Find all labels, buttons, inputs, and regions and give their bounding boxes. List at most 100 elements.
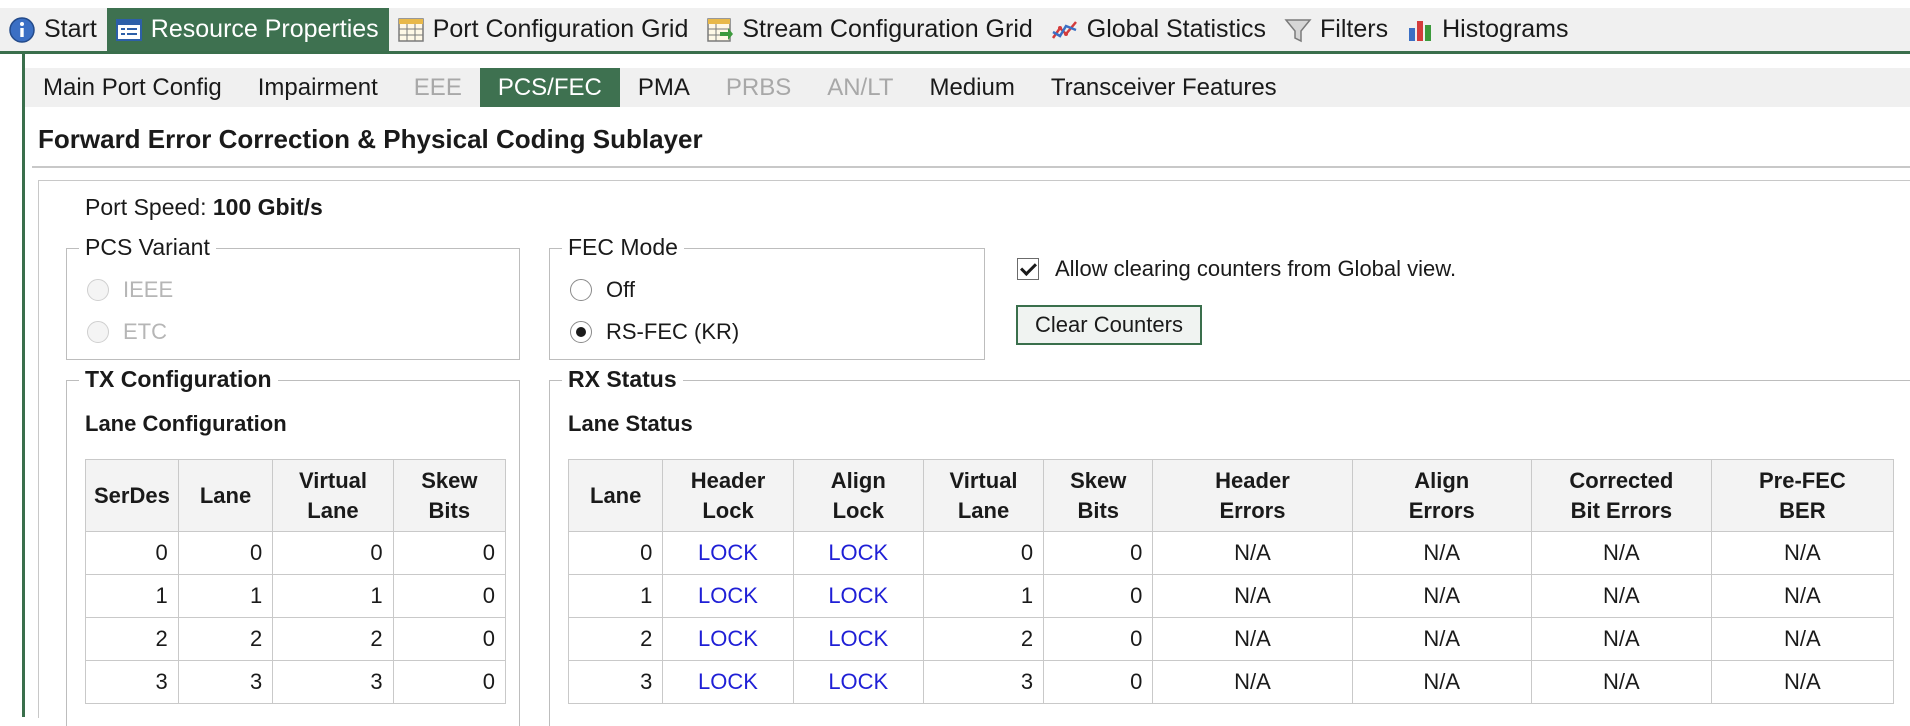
tab-pcs-fec[interactable]: PCS/FEC bbox=[479, 68, 620, 107]
section-divider bbox=[32, 166, 1910, 168]
properties-icon bbox=[115, 16, 143, 44]
rx-cell: N/A bbox=[1530, 574, 1712, 618]
rx-cell: 1 bbox=[567, 574, 664, 618]
fec-mode-title: FEC Mode bbox=[562, 234, 684, 261]
rx-cell: 2 bbox=[567, 617, 664, 661]
tx-cell: 3 bbox=[177, 660, 274, 704]
lock-status-cell: LOCK bbox=[792, 531, 924, 575]
radio-off[interactable] bbox=[570, 279, 592, 301]
tab-impairment[interactable]: Impairment bbox=[240, 68, 396, 107]
allow-clearing-checkbox-row[interactable]: Allow clearing counters from Global view… bbox=[1017, 256, 1456, 282]
tx-cell[interactable]: 0 bbox=[392, 617, 507, 661]
sub-tab-bar: Main Port Config Impairment EEE PCS/FEC … bbox=[25, 68, 1910, 107]
port-speed-value: 100 Gbit/s bbox=[212, 194, 323, 220]
tab-label: Filters bbox=[1320, 15, 1389, 43]
tx-cell: 2 bbox=[272, 617, 394, 661]
table-row[interactable]: 0 LOCK LOCK 0 0 N/A N/A N/A N/A bbox=[567, 531, 1895, 575]
clear-counters-button[interactable]: Clear Counters bbox=[1016, 305, 1202, 345]
tab-resource-properties[interactable]: Resource Properties bbox=[106, 8, 389, 51]
tab-stream-configuration-grid[interactable]: Stream Configuration Grid bbox=[698, 8, 1042, 51]
radio-label: RS-FEC (KR) bbox=[606, 319, 740, 344]
rx-cell: N/A bbox=[1152, 660, 1353, 704]
table-row[interactable]: 0000 bbox=[85, 531, 507, 575]
allow-clearing-checkbox[interactable] bbox=[1017, 258, 1039, 280]
tab-main-port-config[interactable]: Main Port Config bbox=[25, 68, 240, 107]
tx-col-virtual-lane: Virtual Lane bbox=[272, 459, 394, 532]
rx-cell: 3 bbox=[922, 660, 1045, 704]
tab-port-configuration-grid[interactable]: Port Configuration Grid bbox=[389, 8, 699, 51]
rx-cell: 0 bbox=[922, 531, 1045, 575]
table-row[interactable]: 2 LOCK LOCK 2 0 N/A N/A N/A N/A bbox=[567, 617, 1895, 661]
tab-an-lt: AN/LT bbox=[827, 73, 894, 101]
rx-cell: 0 bbox=[1043, 574, 1154, 618]
section-title: Forward Error Correction & Physical Codi… bbox=[38, 124, 703, 154]
table-row[interactable]: 2220 bbox=[85, 617, 507, 661]
rx-cell: N/A bbox=[1351, 660, 1532, 704]
tab-pma[interactable]: PMA bbox=[620, 68, 708, 107]
radio-rs-fec[interactable] bbox=[570, 321, 592, 343]
tab-medium[interactable]: Medium bbox=[911, 68, 1032, 107]
radio-label: IEEE bbox=[123, 277, 174, 302]
radio-label: ETC bbox=[123, 319, 167, 344]
rx-cell: N/A bbox=[1152, 574, 1353, 618]
table-row[interactable]: 1110 bbox=[85, 574, 507, 618]
pcs-variant-title: PCS Variant bbox=[79, 234, 216, 261]
tab-eee: EEE bbox=[413, 73, 462, 101]
rx-cell: N/A bbox=[1710, 617, 1895, 661]
rx-cell: N/A bbox=[1351, 574, 1532, 618]
rx-col-header-errors: Header Errors bbox=[1152, 459, 1353, 532]
rx-status-title: RX Status bbox=[562, 366, 683, 393]
rx-cell: N/A bbox=[1530, 660, 1712, 704]
tx-lane-table: SerDes Lane Virtual Lane Skew Bits 0000 11… bbox=[85, 459, 507, 704]
tab-filters[interactable]: Filters bbox=[1276, 8, 1398, 51]
stream-grid-icon bbox=[706, 16, 734, 44]
info-icon bbox=[8, 16, 36, 44]
lock-status-cell: LOCK bbox=[792, 617, 924, 661]
rx-cell: N/A bbox=[1710, 660, 1895, 704]
tx-configuration-title: TX Configuration bbox=[79, 366, 278, 393]
tx-cell[interactable]: 0 bbox=[392, 660, 507, 704]
radio-label: Off bbox=[606, 277, 635, 302]
tab-transceiver-features[interactable]: Transceiver Features bbox=[1033, 68, 1295, 107]
tab-label: Histograms bbox=[1442, 15, 1569, 43]
rx-col-virtual-lane: Virtual Lane bbox=[922, 459, 1045, 532]
fec-mode-rs-fec[interactable]: RS-FEC (KR) bbox=[570, 319, 739, 345]
rx-cell: 0 bbox=[567, 531, 664, 575]
tx-cell[interactable]: 0 bbox=[392, 574, 507, 618]
bar-chart-icon bbox=[1406, 16, 1434, 44]
rx-lane-status-title: Lane Status bbox=[568, 411, 693, 436]
tx-cell: 3 bbox=[272, 660, 394, 704]
rx-cell: N/A bbox=[1152, 617, 1353, 661]
tab-histograms[interactable]: Histograms bbox=[1398, 8, 1578, 51]
table-row[interactable]: 3 LOCK LOCK 3 0 N/A N/A N/A N/A bbox=[567, 660, 1895, 704]
fec-mode-off[interactable]: Off bbox=[570, 277, 635, 303]
table-row[interactable]: 1 LOCK LOCK 1 0 N/A N/A N/A N/A bbox=[567, 574, 1895, 618]
lock-status-cell: LOCK bbox=[662, 660, 794, 704]
rx-col-align-errors: Align Errors bbox=[1351, 459, 1532, 532]
rx-cell: 0 bbox=[1043, 531, 1154, 575]
rx-col-header-lock: Header Lock bbox=[662, 459, 794, 532]
tx-col-serdes: SerDes bbox=[85, 459, 179, 532]
main-tab-bar: Start Resource Properties Port Configura… bbox=[0, 8, 1910, 54]
tab-label: Port Configuration Grid bbox=[432, 15, 689, 43]
tab-global-statistics[interactable]: Global Statistics bbox=[1043, 8, 1276, 51]
rx-cell: 2 bbox=[922, 617, 1045, 661]
table-row[interactable]: 3330 bbox=[85, 660, 507, 704]
rx-cell: 1 bbox=[922, 574, 1045, 618]
tab-start[interactable]: Start bbox=[0, 8, 107, 51]
pcs-variant-etc: ETC bbox=[87, 319, 167, 345]
line-chart-icon bbox=[1051, 16, 1079, 44]
tx-cell: 0 bbox=[85, 531, 179, 575]
rx-cell: N/A bbox=[1710, 531, 1895, 575]
tx-cell: 1 bbox=[272, 574, 394, 618]
rx-cell: N/A bbox=[1530, 617, 1712, 661]
tx-col-lane: Lane bbox=[177, 459, 274, 532]
rx-cell: N/A bbox=[1351, 617, 1532, 661]
port-speed-label: Port Speed: bbox=[85, 194, 207, 220]
lock-status-cell: LOCK bbox=[792, 660, 924, 704]
tx-cell[interactable]: 0 bbox=[392, 531, 507, 575]
tx-cell: 0 bbox=[272, 531, 394, 575]
rx-cell: 0 bbox=[1043, 660, 1154, 704]
tx-lane-configuration-title: Lane Configuration bbox=[85, 411, 287, 436]
grid-icon bbox=[397, 16, 425, 44]
